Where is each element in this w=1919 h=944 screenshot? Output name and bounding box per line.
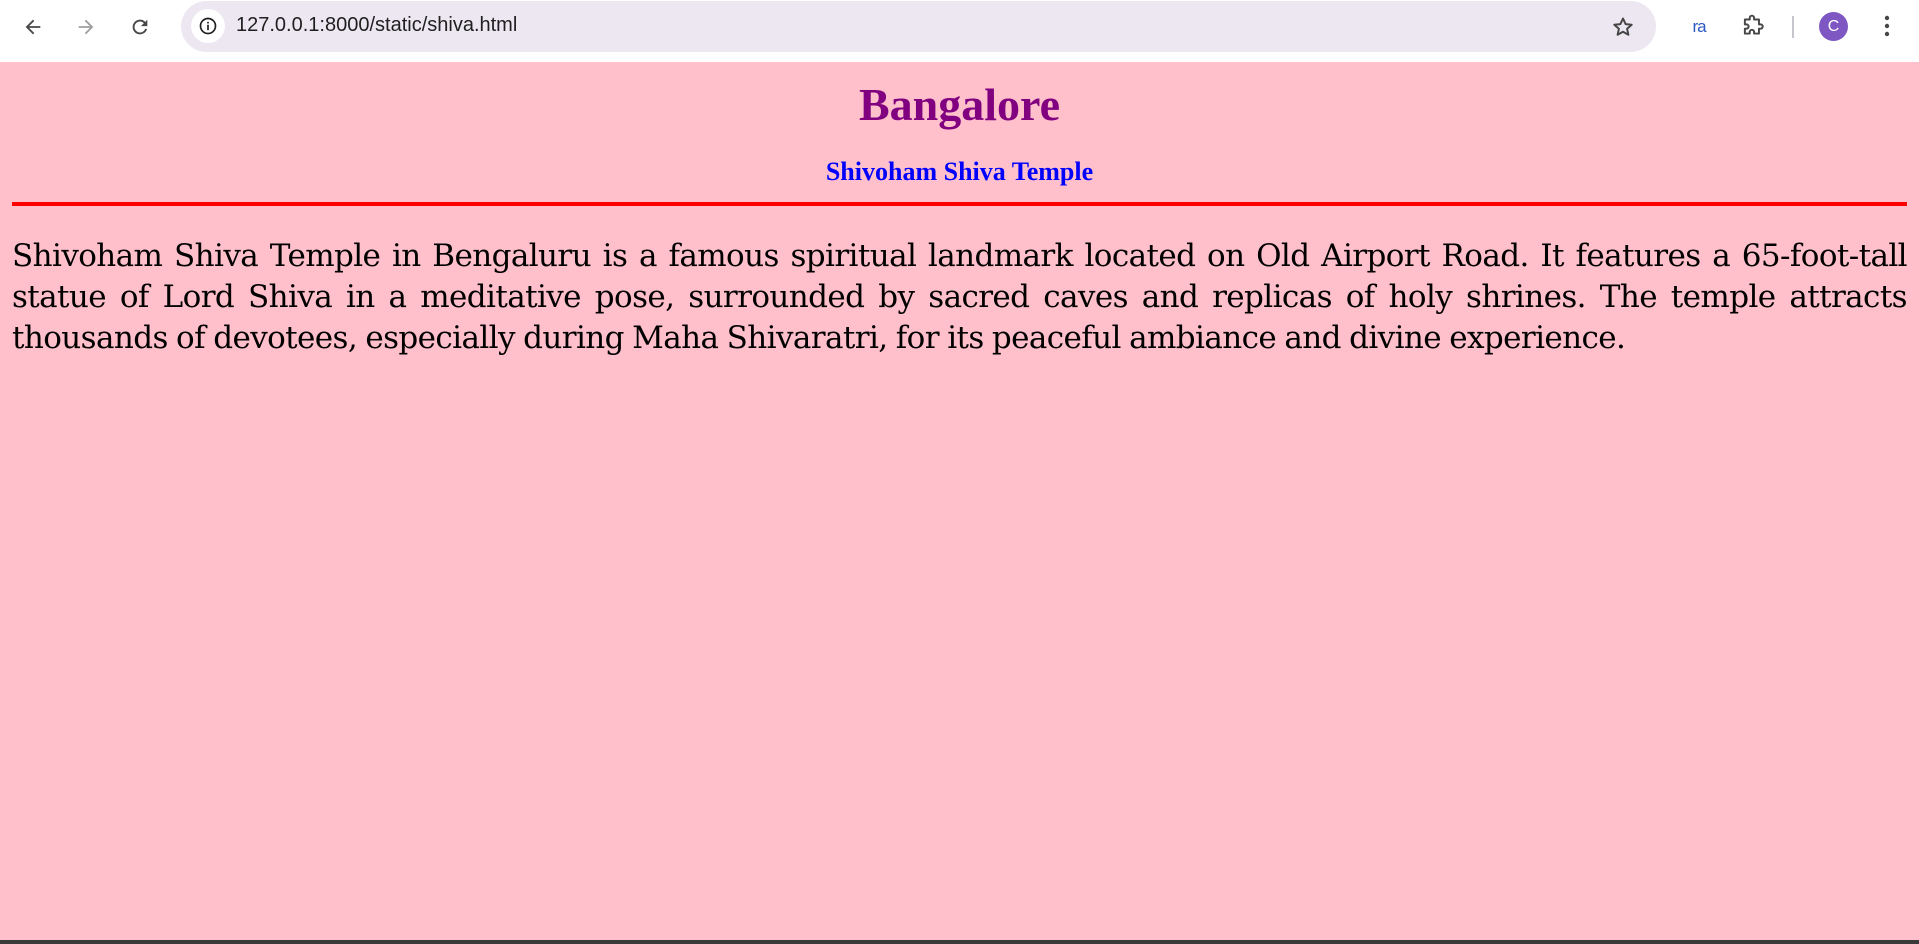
extensions-button[interactable] [1738, 11, 1768, 41]
extension-ra-button[interactable]: ra [1684, 12, 1714, 42]
toolbar-divider [1792, 16, 1794, 38]
profile-initial: C [1827, 17, 1840, 35]
url-text[interactable]: 127.0.0.1:8000/static/shiva.html [236, 14, 517, 37]
red-divider [12, 202, 1907, 206]
browser-toolbar: 127.0.0.1:8000/static/shiva.html ra C [0, 0, 1919, 60]
forward-button[interactable] [66, 7, 106, 47]
extension-ra-label: ra [1692, 17, 1706, 36]
back-button[interactable] [13, 7, 53, 47]
reload-icon [132, 19, 148, 35]
info-icon [199, 17, 217, 35]
back-arrow-icon [25, 19, 41, 35]
puzzle-icon [1743, 14, 1764, 35]
bookmark-button[interactable] [1608, 12, 1638, 42]
reload-button[interactable] [120, 7, 160, 47]
address-bar[interactable]: 127.0.0.1:8000/static/shiva.html [181, 1, 1656, 52]
profile-avatar[interactable]: C [1819, 12, 1848, 41]
forward-arrow-icon [78, 19, 94, 35]
site-info-button[interactable] [191, 9, 225, 43]
temple-description: Shivoham Shiva Temple in Bengaluru is a … [12, 238, 1908, 356]
page-content: Bangalore Shivoham Shiva Temple Shivoham… [0, 62, 1919, 940]
star-icon [1613, 17, 1633, 36]
bottom-edge [0, 940, 1919, 944]
page-heading: Bangalore [858, 79, 1061, 130]
page-subheading: Shivoham Shiva Temple [825, 157, 1094, 186]
browser-menu-button[interactable] [1872, 11, 1902, 41]
kebab-menu-icon [1884, 15, 1890, 37]
